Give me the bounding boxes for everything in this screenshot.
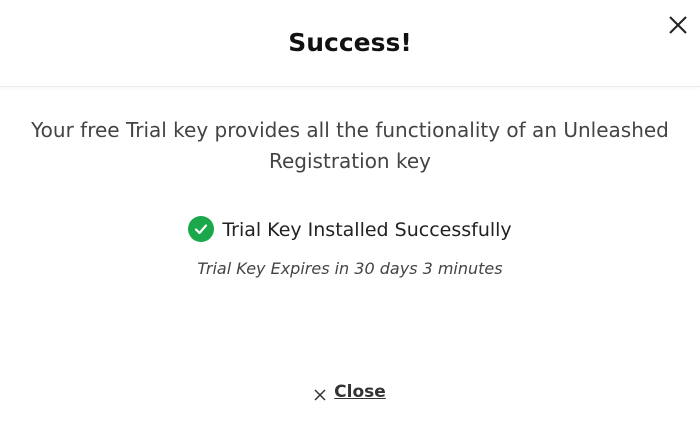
install-status: Trial Key Installed Successfully xyxy=(0,215,700,244)
footer: Close xyxy=(0,380,700,404)
x-icon xyxy=(314,384,326,401)
check-circle-icon xyxy=(188,215,215,242)
dialog-title: Success! xyxy=(288,28,412,57)
success-dialog: Success! Your free Trial key provides al… xyxy=(0,0,700,421)
expiry-text: Trial Key Expires in 30 days 3 minutes xyxy=(197,259,503,278)
trial-description: Your free Trial key provides all the fun… xyxy=(31,118,669,173)
status-text: Trial Key Installed Successfully xyxy=(222,219,512,241)
close-icon[interactable] xyxy=(666,13,690,37)
dialog-header: Success! xyxy=(0,0,700,87)
close-button-label: Close xyxy=(334,382,386,402)
close-button[interactable]: Close xyxy=(314,380,386,404)
